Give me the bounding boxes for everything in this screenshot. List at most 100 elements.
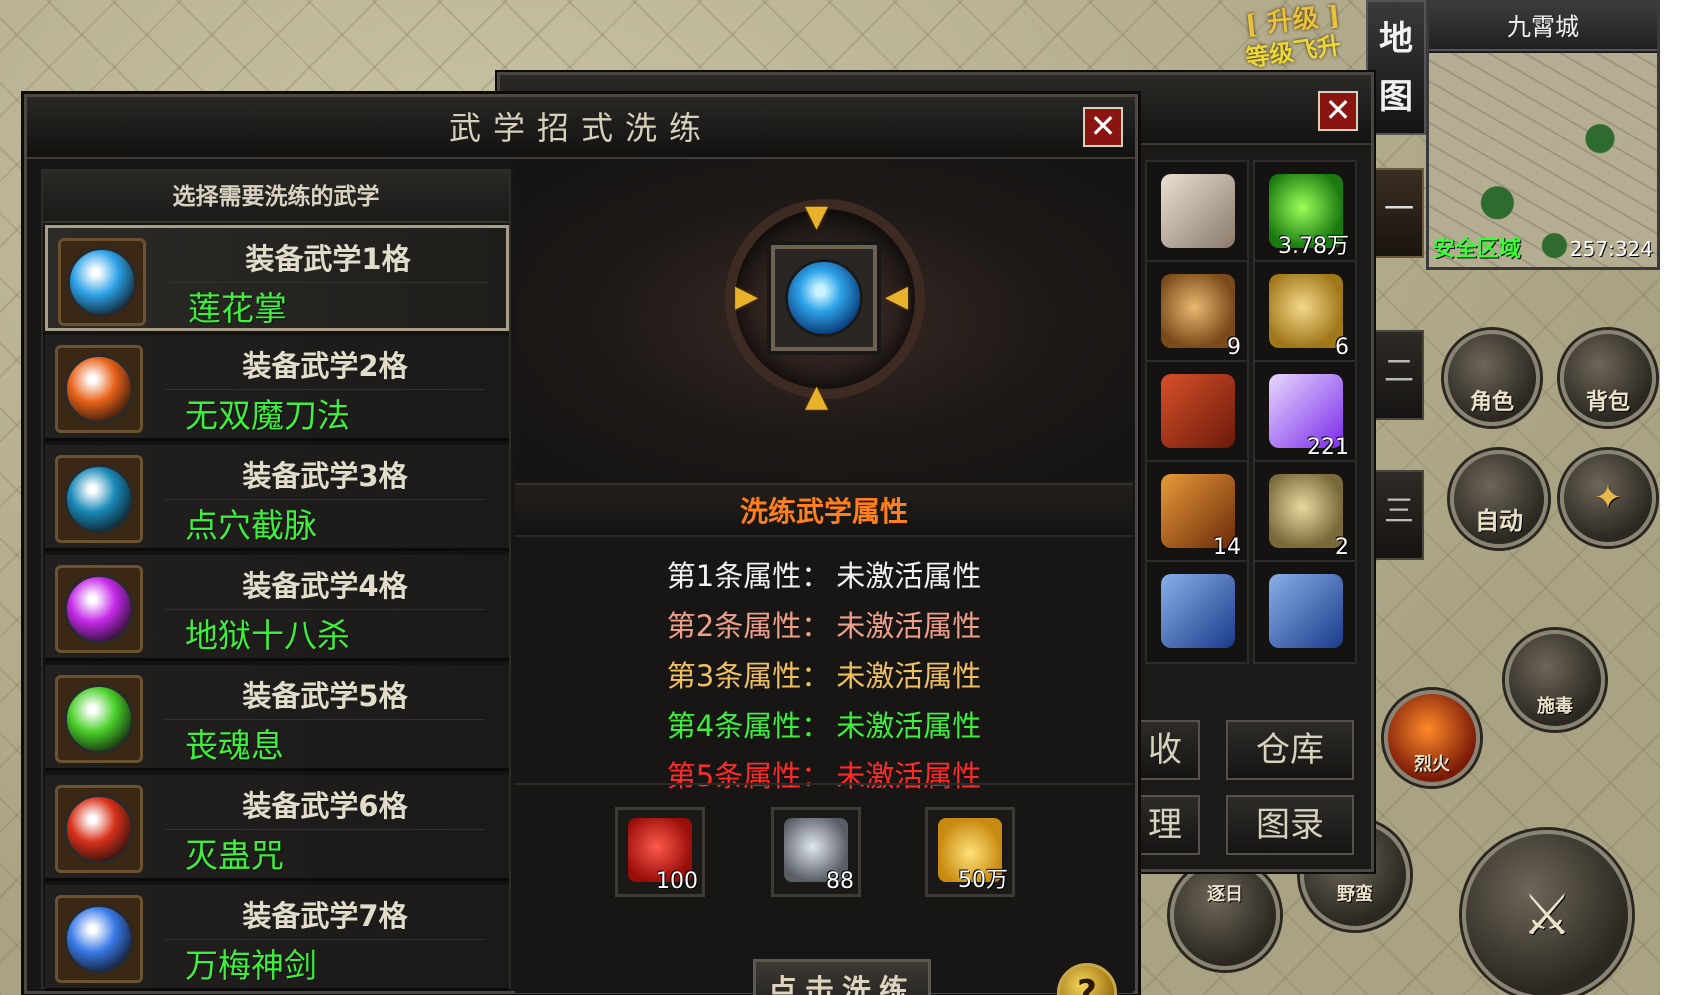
item-qty: 2	[1335, 535, 1349, 560]
inventory-slot[interactable]	[1145, 160, 1249, 264]
compass-button[interactable]: ✦	[1560, 450, 1656, 546]
minimap-panel: 九霄城 安全区域 257:324	[1426, 0, 1660, 270]
inventory-slot[interactable]	[1253, 560, 1357, 664]
inventory-slot[interactable]: 6	[1253, 260, 1357, 364]
role-button[interactable]: 角色	[1444, 330, 1540, 426]
right-margin	[1660, 0, 1700, 995]
skill-chase-button[interactable]: 逐日	[1170, 860, 1280, 970]
attribute-label: 第3条属性：	[666, 659, 831, 693]
cost-item-slot[interactable]: 100	[615, 807, 705, 897]
skill-name: 无双魔刀法	[185, 396, 350, 435]
item-qty: 221	[1307, 435, 1349, 460]
inventory-slot[interactable]: 2	[1253, 460, 1357, 564]
bag-label: 背包	[1585, 390, 1630, 415]
inventory-close-button[interactable]: ✕	[1318, 91, 1358, 131]
skill-name: 点穴截脉	[185, 506, 317, 545]
skill-slot-label: 装备武学2格	[165, 343, 485, 390]
side-tab-2[interactable]: 二	[1374, 330, 1424, 420]
skill-icon-frame	[55, 675, 143, 763]
skill-name: 丧魂息	[185, 726, 284, 765]
inventory-slot[interactable]: 9	[1145, 260, 1249, 364]
character-portrait-icon	[1161, 174, 1235, 248]
item-qty: 9	[1227, 335, 1241, 360]
skill-name: 灭蛊咒	[185, 836, 284, 875]
cost-item-slot[interactable]: 88	[771, 807, 861, 897]
skill-icon	[64, 684, 134, 754]
skill-row[interactable]: 装备武学5格丧魂息	[45, 665, 509, 771]
attribute-line: 第1条属性： 未激活属性	[515, 553, 1133, 595]
side-tab-1[interactable]: 一	[1374, 168, 1424, 258]
skill-poison-button[interactable]: 施毒	[1505, 630, 1605, 730]
skill-row[interactable]: 装备武学3格点穴截脉	[45, 445, 509, 551]
main-attack-button[interactable]: ⚔	[1462, 830, 1632, 995]
compass-icon: ✦	[1593, 478, 1623, 518]
skill-icon	[64, 794, 134, 864]
skill-icon	[64, 904, 134, 974]
selected-skill-slot[interactable]	[771, 245, 877, 351]
gourd-beads-icon	[1161, 274, 1235, 348]
attribute-value: 未激活属性	[836, 759, 982, 793]
coordinates: 257:324	[1569, 237, 1653, 261]
bagua-charm-icon	[1269, 274, 1343, 348]
coins-icon	[1269, 474, 1343, 548]
skill-name: 地狱十八杀	[185, 616, 350, 655]
skill-name: 莲花掌	[188, 289, 287, 328]
inventory-slot[interactable]	[1145, 360, 1249, 464]
sort-button[interactable]: 理	[1130, 795, 1200, 855]
inventory-slot[interactable]: 14	[1145, 460, 1249, 564]
skill-wild-label: 野蛮	[1337, 884, 1373, 905]
skill-book-icon	[1161, 374, 1235, 448]
skill-slot-label: 装备武学1格	[168, 236, 488, 283]
warehouse-button[interactable]: 仓库	[1226, 720, 1354, 780]
panel-close-button[interactable]: ✕	[1083, 107, 1123, 147]
orb-display: ▼ ▲ ▶ ◀	[515, 159, 1133, 479]
recycle-button[interactable]: 收	[1130, 720, 1200, 780]
refine-area: ▼ ▲ ▶ ◀ 洗练武学属性 第1条属性： 未激活属性 第2条属性： 未激活属性 第3条…	[515, 159, 1133, 995]
item-qty: 6	[1335, 335, 1349, 360]
inventory-slot[interactable]	[1145, 560, 1249, 664]
skill-name: 万梅神剑	[185, 946, 317, 985]
catalog-button[interactable]: 图录	[1226, 795, 1354, 855]
skill-row[interactable]: 装备武学6格 灭蛊咒	[45, 775, 509, 881]
skill-slot-label: 装备武学4格	[165, 563, 485, 610]
skill-row[interactable]: 装备武学4格地狱十八杀	[45, 555, 509, 661]
inventory-slot[interactable]: 221	[1253, 360, 1357, 464]
skill-refine-panel: 武学招式洗练 ✕ 选择需要洗练的武学 装备武学1格 莲花掌 装备武学2格 无双魔刀法装…	[24, 94, 1138, 995]
panel-title: 武学招式洗练	[448, 109, 713, 147]
zone-label: 安全区域	[1433, 237, 1522, 262]
skill-chase-label: 逐日	[1207, 884, 1243, 905]
skill-icon	[64, 574, 134, 644]
game-scene: [ 升级 ] 等级飞升 地图 九霄城 安全区域 257:324 一 二 三 角色…	[0, 0, 1660, 995]
skill-slot-label: 装备武学3格	[165, 453, 485, 500]
skill-fire-button[interactable]: 烈火	[1384, 690, 1480, 786]
minimap[interactable]: 安全区域 257:324	[1429, 53, 1657, 267]
item-qty: 3.78万	[1278, 234, 1349, 259]
arrow-right-icon: ▶	[735, 279, 759, 314]
attribute-label: 第4条属性：	[666, 709, 831, 743]
inventory-slot[interactable]: 3.78万	[1253, 160, 1357, 264]
map-button[interactable]: 地图	[1366, 0, 1426, 135]
attribute-label: 第1条属性：	[666, 559, 831, 593]
role-label: 角色	[1469, 390, 1514, 415]
skill-list: 选择需要洗练的武学 装备武学1格 莲花掌 装备武学2格 无双魔刀法 装备武学3格 点穴截脉…	[41, 169, 511, 991]
refine-button[interactable]: 点击洗练	[753, 959, 931, 995]
arrow-left-icon: ◀	[885, 279, 909, 314]
skill-row[interactable]: 装备武学1格莲花掌	[45, 225, 509, 331]
cost-item-slot[interactable]: 50万	[925, 807, 1015, 897]
cost-qty: 100	[656, 869, 698, 894]
skill-fire-label: 烈火	[1414, 754, 1450, 775]
bag-button[interactable]: 背包	[1560, 330, 1656, 426]
auto-button[interactable]: 自动	[1450, 450, 1548, 548]
item-qty: 14	[1213, 535, 1241, 560]
skill-icon-frame	[55, 895, 143, 983]
scroll-blue-1-icon	[1161, 574, 1235, 648]
attribute-value: 未激活属性	[836, 609, 982, 643]
skill-row[interactable]: 装备武学2格无双魔刀法	[45, 335, 509, 441]
help-button[interactable]: ?	[1057, 963, 1117, 995]
side-tab-3[interactable]: 三	[1374, 470, 1424, 560]
skill-slot-label: 装备武学5格	[165, 673, 485, 720]
attribute-label: 第5条属性：	[666, 759, 831, 793]
skill-row[interactable]: 装备武学7格 万梅神剑	[45, 885, 509, 991]
skill-icon-frame	[55, 345, 143, 433]
attribute-line: 第3条属性： 未激活属性	[515, 653, 1133, 695]
